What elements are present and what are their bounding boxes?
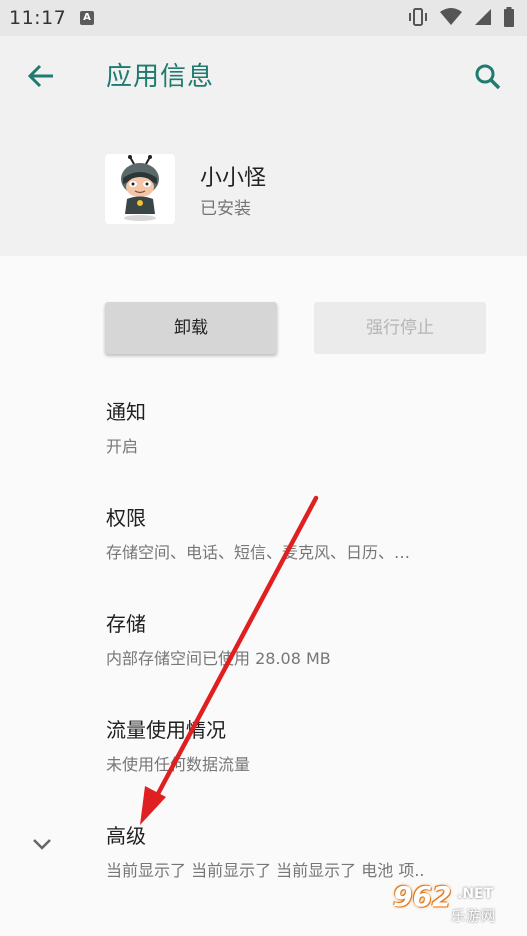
back-arrow-icon (27, 64, 53, 88)
settings-item-permissions[interactable]: 权限 存储空间、电话、短信、麦克风、日历、… (106, 502, 506, 563)
watermark-domain: .NET (457, 886, 494, 902)
settings-item-subtitle: 未使用任何数据流量 (106, 755, 251, 774)
settings-item-advanced[interactable]: 高级 当前显示了 当前显示了 当前显示了 电池 项.. (106, 820, 506, 881)
alien-character-icon (121, 155, 159, 221)
app-install-status: 已安装 (200, 199, 251, 219)
status-bar: 11:17 A (0, 0, 527, 36)
settings-item-notifications[interactable]: 通知 开启 (106, 396, 506, 457)
status-time: 11:17 (9, 7, 67, 29)
site-watermark: 962 .NET 乐游网 (387, 880, 519, 930)
notification-icon: A (80, 11, 94, 25)
search-button[interactable] (467, 56, 509, 98)
settings-item-title: 权限 (106, 506, 146, 530)
battery-icon (504, 7, 514, 27)
watermark-text: 乐游网 (451, 909, 496, 925)
watermark-number: 962 (393, 880, 452, 913)
force-stop-button[interactable]: 强行停止 (314, 302, 486, 354)
settings-item-title: 高级 (106, 824, 146, 848)
status-icons (407, 6, 515, 28)
wifi-icon (440, 8, 462, 25)
app-bar: 应用信息 (0, 36, 527, 118)
chevron-down-icon (33, 839, 51, 850)
back-button[interactable] (20, 56, 62, 98)
settings-item-title: 流量使用情况 (106, 718, 226, 742)
app-icon (105, 154, 175, 224)
search-icon (475, 64, 501, 90)
settings-item-subtitle: 开启 (106, 437, 139, 456)
settings-item-data-usage[interactable]: 流量使用情况 未使用任何数据流量 (106, 714, 506, 775)
settings-item-title: 存储 (106, 612, 146, 636)
settings-item-title: 通知 (106, 400, 146, 424)
page-title: 应用信息 (106, 62, 215, 92)
vibrate-icon (409, 8, 427, 26)
app-name: 小小怪 (200, 166, 267, 191)
signal-icon (475, 9, 491, 25)
settings-item-subtitle: 内部存储空间已使用 28.08 MB (106, 649, 331, 668)
app-info-content: 卸载 强行停止 通知 开启 权限 存储空间、电话、短信、麦克风、日历、… 存储 … (0, 256, 527, 936)
uninstall-button[interactable]: 卸载 (105, 302, 277, 354)
app-header: 小小怪 已安装 (0, 118, 527, 256)
settings-item-storage[interactable]: 存储 内部存储空间已使用 28.08 MB (106, 608, 506, 669)
expand-advanced-button[interactable] (28, 830, 56, 858)
settings-item-subtitle: 存储空间、电话、短信、麦克风、日历、… (106, 543, 411, 562)
settings-item-subtitle: 当前显示了 当前显示了 当前显示了 电池 项.. (106, 861, 425, 880)
